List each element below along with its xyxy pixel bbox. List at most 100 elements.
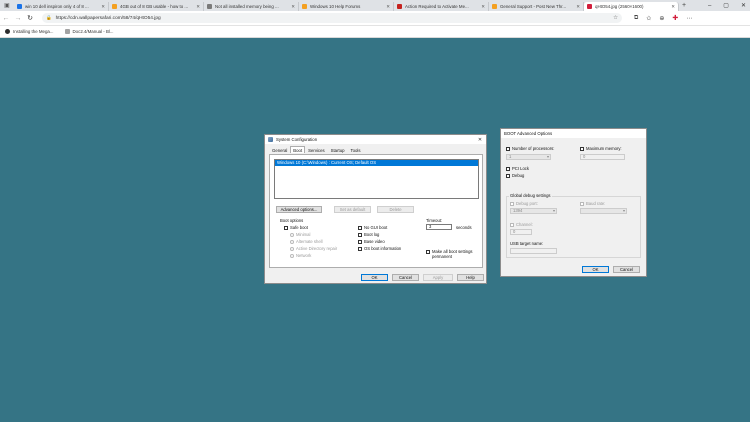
no-gui-boot-checkbox[interactable]: [358, 226, 362, 230]
bookmark-item[interactable]: Doc2.4/Manual - Bl...: [64, 29, 114, 34]
usb-target-name-input[interactable]: [510, 248, 557, 254]
minimal-radio[interactable]: [290, 233, 294, 237]
cancel-button[interactable]: Cancel: [613, 266, 640, 273]
forward-icon[interactable]: →: [12, 15, 24, 22]
baud-rate-checkbox[interactable]: [580, 202, 584, 206]
tab-close-icon[interactable]: ✕: [291, 4, 295, 10]
pci-lock-label: PCI Lock: [512, 166, 529, 171]
cancel-button[interactable]: Cancel: [392, 274, 419, 281]
ad-repair-label: Active Directory repair: [296, 246, 338, 251]
os-list-item[interactable]: Windows 10 (C:\Windows) : Current OS; De…: [275, 160, 478, 166]
baud-rate-label: Baud rate:: [586, 201, 606, 206]
timeout-label: Timeout:: [426, 218, 443, 223]
boot-log-checkbox[interactable]: [358, 233, 362, 237]
safe-boot-checkbox[interactable]: [284, 226, 288, 230]
make-permanent-checkbox[interactable]: [426, 250, 430, 254]
alternate-shell-radio[interactable]: [290, 240, 294, 244]
base-video-checkbox[interactable]: [358, 240, 362, 244]
boot-log-label: Boot log: [364, 232, 380, 237]
channel-checkbox[interactable]: [510, 223, 514, 227]
maximize-icon[interactable]: ▢: [723, 2, 729, 9]
more-menu-icon[interactable]: ⋯: [686, 15, 692, 22]
ok-button[interactable]: OK: [582, 266, 609, 273]
tab-close-icon[interactable]: ✕: [101, 4, 105, 10]
advanced-options-button[interactable]: Advanced options...: [276, 206, 322, 213]
close-window-icon[interactable]: ✕: [741, 2, 746, 9]
number-of-processors-checkbox[interactable]: [506, 147, 510, 151]
tab-startup[interactable]: Startup: [328, 146, 348, 153]
tab-actions-icon[interactable]: ▣: [0, 0, 14, 11]
baud-rate-select[interactable]: [580, 208, 627, 214]
browser-tab[interactable]: qHtO54.jpg (2560×1600) ✕: [584, 2, 679, 11]
back-icon[interactable]: ←: [0, 15, 12, 22]
tab-close-icon[interactable]: ✕: [481, 4, 485, 10]
network-label: Network: [296, 253, 312, 258]
collections-add-icon[interactable]: ⊕: [659, 15, 664, 22]
dialog-title: System Configuration: [276, 137, 318, 142]
bookmark-favicon-icon: [5, 29, 10, 34]
debug-checkbox[interactable]: [506, 174, 510, 178]
ad-repair-radio[interactable]: [290, 247, 294, 251]
dialog-titlebar: BOOT Advanced Options: [501, 129, 646, 138]
seconds-label: seconds: [456, 225, 472, 230]
browser-tab[interactable]: 4GB out of 8 GB usable - how to ... ✕: [109, 2, 204, 11]
maximum-memory-label: Maximum memory:: [586, 146, 622, 151]
os-boot-info-label: OS boot information: [364, 246, 402, 251]
browser-tab[interactable]: Not all installed memory being ... ✕: [204, 2, 299, 11]
tab-favicon-icon: [207, 4, 212, 9]
tab-close-icon[interactable]: ✕: [576, 4, 580, 10]
browser-toolbar: ← → ↻ 🔒 https://cdn.wallpapersafari.com/…: [0, 11, 750, 26]
tab-favicon-icon: [302, 4, 307, 9]
new-tab-icon[interactable]: +: [679, 2, 689, 9]
channel-input[interactable]: 0: [510, 229, 532, 235]
browser-tab[interactable]: General Support - Post New Thr... ✕: [489, 2, 584, 11]
network-radio[interactable]: [290, 254, 294, 258]
favorites-icon[interactable]: ✩: [646, 15, 651, 22]
global-debug-settings-label: Global debug settings: [509, 193, 552, 198]
msconfig-app-icon: [268, 137, 273, 142]
bookmark-label: Installing the Mega...: [13, 29, 54, 34]
favorite-star-icon[interactable]: ☆: [613, 15, 618, 21]
dialog-titlebar: System Configuration ✕: [265, 135, 486, 144]
pci-lock-checkbox[interactable]: [506, 167, 510, 171]
maximum-memory-input[interactable]: 0: [580, 154, 625, 160]
tab-title: General Support - Post New Thr...: [500, 4, 567, 9]
set-as-default-button[interactable]: Set as default: [334, 206, 371, 213]
maximum-memory-checkbox[interactable]: [580, 147, 584, 151]
extension-icon[interactable]: ✚: [672, 14, 678, 22]
bookmark-item[interactable]: Installing the Mega...: [5, 29, 54, 34]
address-bar[interactable]: 🔒 https://cdn.wallpapersafari.com/58/74/…: [42, 13, 622, 23]
apply-button[interactable]: Apply: [423, 274, 453, 281]
browser-tabstrip: ▣ win 10 dell inspiron only 4 of 8 ... ✕ 4…: [0, 0, 750, 11]
tab-close-icon[interactable]: ✕: [196, 4, 200, 10]
tab-boot[interactable]: Boot: [290, 146, 306, 153]
tab-close-icon[interactable]: ✕: [671, 4, 675, 10]
debug-port-checkbox[interactable]: [510, 202, 514, 206]
window-controls: – ▢ ✕: [708, 0, 746, 11]
tab-tools[interactable]: Tools: [347, 146, 363, 153]
bookmarks-bar: Installing the Mega... Doc2.4/Manual - B…: [0, 26, 750, 38]
refresh-icon[interactable]: ↻: [24, 14, 36, 22]
number-of-processors-select[interactable]: 1: [506, 154, 551, 160]
browser-tab[interactable]: Action Required to Activate Me... ✕: [394, 2, 489, 11]
timeout-input[interactable]: 3: [426, 224, 452, 230]
close-icon[interactable]: ✕: [474, 137, 486, 143]
browser-tab[interactable]: win 10 dell inspiron only 4 of 8 ... ✕: [14, 2, 109, 11]
boot-advanced-options-dialog: BOOT Advanced Options Number of processo…: [500, 128, 647, 277]
os-boot-info-checkbox[interactable]: [358, 247, 362, 251]
help-button[interactable]: Help: [457, 274, 484, 281]
collections-icon[interactable]: ⧉: [634, 15, 638, 22]
minimal-label: Minimal: [296, 232, 311, 237]
boot-tab-panel: Windows 10 (C:\Windows) : Current OS; De…: [269, 154, 483, 268]
no-gui-boot-label: No GUI boot: [364, 225, 388, 230]
tab-general[interactable]: General: [269, 146, 290, 153]
delete-button[interactable]: Delete: [377, 206, 414, 213]
os-list[interactable]: Windows 10 (C:\Windows) : Current OS; De…: [274, 159, 479, 199]
base-video-label: Base video: [364, 239, 385, 244]
browser-tab[interactable]: Windows 10 Help Forums ✕: [299, 2, 394, 11]
ok-button[interactable]: OK: [361, 274, 388, 281]
debug-port-select[interactable]: 1394: [510, 208, 557, 214]
tab-services[interactable]: Services: [305, 146, 327, 153]
tab-close-icon[interactable]: ✕: [386, 4, 390, 10]
minimize-icon[interactable]: –: [708, 3, 711, 9]
